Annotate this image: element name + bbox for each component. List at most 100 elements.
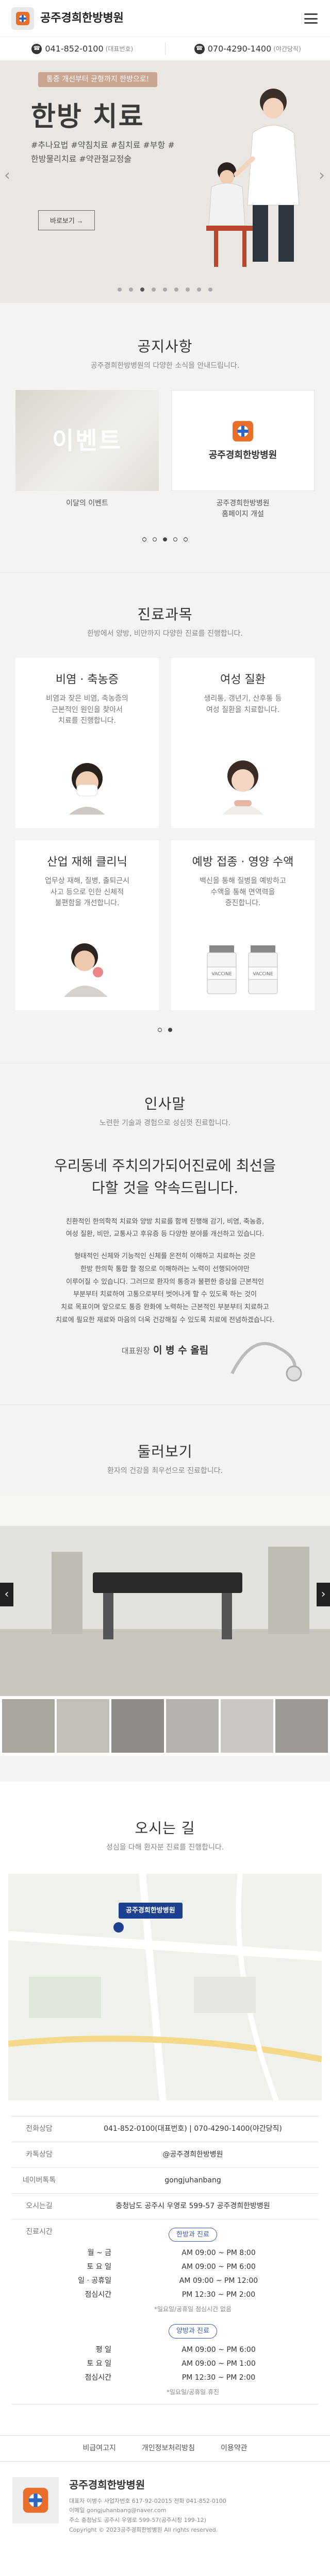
clinic-hours-note: *일요일/공휴일 점심시간 없음 — [154, 2306, 232, 2313]
phone-main-number: 041-852-0100 — [45, 43, 104, 54]
info-label: 카톡상담 — [26, 2150, 53, 2159]
phone-night-number: 070-4290-1400 — [207, 43, 272, 54]
hours-day: 점심시간 — [85, 2373, 111, 2382]
notice-card-image: 공주경희한방병원 — [171, 390, 315, 491]
hero-banner: 통증 개선부터 균형까지 한방으로! 한방 치료 #추나요법 #약침치료 #침치… — [0, 61, 330, 303]
pagination-dot[interactable] — [153, 537, 157, 541]
site-footer: 공주경희한방병원 대표자 이병수 사업자번호 617-92-02015 전화 0… — [0, 2462, 330, 2556]
hours-time: AM 09:00 ~ PM 12:00 — [179, 2277, 258, 2285]
department-name: 산업 재해 클리닉 — [47, 856, 127, 869]
hours-day: 평 일 — [95, 2345, 111, 2354]
pagination-dot[interactable] — [118, 287, 122, 292]
footer-link[interactable]: 이용약관 — [221, 2443, 248, 2454]
hours-time: AM 09:00 ~ PM 8:00 — [182, 2249, 256, 2258]
location-subtitle: 성심을 다해 환자분 진료를 진행합니다. — [106, 1843, 224, 1852]
notice-logo-text: 공주경희한방병원 — [208, 449, 277, 461]
hero-view-button[interactable]: 바로보기 → — [38, 210, 95, 230]
signature-name: 이 병 수 올림 — [153, 1345, 209, 1357]
hours-day: 토 요 일 — [87, 2359, 111, 2368]
hero-pagination[interactable] — [0, 287, 330, 292]
tour-thumbnail[interactable] — [166, 1699, 219, 1753]
brand-name[interactable]: 공주경희한방병원 — [40, 10, 124, 27]
footer-link[interactable]: 개인정보처리방침 — [142, 2443, 195, 2454]
west-hours: 평 일 AM 09:00 ~ PM 6:00 토 요 일 AM 09:00 ~ PM … — [67, 2345, 319, 2383]
info-value: 충청남도 공주시 우영로 599-57 공주경희한방병원 — [116, 2201, 270, 2210]
clinic-hours: 월 ~ 금 AM 09:00 ~ PM 8:00 토 요 일 AM 09:00 ~ P… — [67, 2248, 319, 2300]
pagination-dot[interactable] — [168, 1028, 172, 1032]
site-header: 공주경희한방병원 — [0, 0, 330, 37]
tour-thumbnails — [0, 1696, 330, 1756]
pagination-dot[interactable] — [186, 287, 190, 292]
pagination-dot[interactable] — [129, 287, 133, 292]
hours-time: AM 09:00 ~ PM 6:00 — [182, 2263, 256, 2272]
hours-day: 점심시간 — [85, 2291, 111, 2299]
department-desc: 백신을 통해 질병을 예방하고 수액을 통해 면역력을 증진합니다. — [200, 877, 286, 908]
department-pagination[interactable] — [0, 1028, 330, 1032]
hours-day: 월 ~ 금 — [87, 2249, 111, 2258]
pagination-dot[interactable] — [163, 537, 167, 541]
pagination-dot[interactable] — [197, 287, 201, 292]
hamburger-menu-icon[interactable] — [304, 13, 318, 24]
greeting-headline: 우리동네 주치의가되어진료에 최선을 다할 것을 약속드립니다. — [54, 1157, 276, 1197]
info-label: 네이버톡톡 — [22, 2176, 56, 2184]
phone-night[interactable]: ☎ 070-4290-1400 (야간당직) — [164, 42, 330, 55]
west-hours-note: *일요일/공휴일 휴진 — [166, 2388, 220, 2396]
department-card-industrial[interactable]: 산업 재해 클리닉 업무상 재해, 질병, 출퇴근시 사고 등으로 인한 신체적… — [15, 840, 159, 1010]
pagination-dot[interactable] — [158, 1028, 162, 1032]
pagination-dot[interactable] — [208, 287, 212, 292]
department-card-women[interactable]: 여성 질환 생리통, 갱년기, 산후통 등 여성 질환을 치료합니다. — [171, 658, 315, 828]
location-title: 오시는 길 — [135, 1819, 195, 1837]
pagination-dot[interactable] — [163, 287, 167, 292]
pagination-dot[interactable] — [152, 287, 156, 292]
phone-icon: ☎ — [194, 43, 205, 54]
pagination-dot[interactable] — [140, 287, 144, 292]
contact-info-table: 전화상담 041-852-0100(대표번호) | 070-4290-1400(야… — [11, 2115, 319, 2404]
greeting-section: 인사말 노련한 기술과 경험으로 성심껏 진료합니다. 우리동네 주치의가되어진… — [0, 1063, 330, 1404]
department-desc: 생리통, 갱년기, 산후통 등 여성 질환을 치료합니다. — [204, 694, 282, 714]
department-card-rhinitis[interactable]: 비염 · 축농증 비염과 잦은 비염, 축농증의 근본적인 원인을 찾아서 치료… — [15, 658, 159, 828]
department-desc: 비염과 잦은 비염, 축농증의 근본적인 원인을 찾아서 치료를 진행합니다. — [46, 694, 128, 725]
location-section: 오시는 길 성심을 다해 환자분 진료를 진행합니다. 공주경희한방병원 전화상… — [0, 1781, 330, 2556]
hospital-logo-icon[interactable] — [11, 7, 34, 30]
info-value: 041-852-0100(대표번호) | 070-4290-1400(야간당직) — [104, 2124, 282, 2133]
info-row: 오시는길 충청남도 공주시 우영로 599-57 공주경희한방병원 — [11, 2194, 319, 2219]
pagination-dot[interactable] — [142, 537, 146, 541]
map-marker-label[interactable]: 공주경희한방병원 — [119, 1902, 183, 1919]
hours-time: PM 12:30 ~ PM 2:00 — [182, 2291, 256, 2299]
info-row: 전화상담 041-852-0100(대표번호) | 070-4290-1400(야… — [11, 2116, 319, 2142]
tour-next-arrow-icon[interactable]: › — [317, 1582, 330, 1606]
info-label: 전화상담 — [26, 2124, 53, 2133]
pagination-dot[interactable] — [174, 287, 178, 292]
greeting-subtitle: 노련한 기술과 경험으로 성심껏 진료합니다. — [99, 1119, 231, 1127]
hours-row: 진료시간 한방과 진료 월 ~ 금 AM 09:00 ~ PM 8:00 토 요 일… — [11, 2219, 319, 2404]
notice-card[interactable]: 이벤트 이달의 이벤트 — [15, 390, 159, 520]
notice-card-title: 공주경희한방병원 홈페이지 개설 — [216, 499, 270, 518]
phone-main[interactable]: ☎ 041-852-0100 (대표번호) — [0, 43, 165, 55]
tour-thumbnail[interactable] — [111, 1699, 164, 1753]
notice-pagination[interactable] — [0, 537, 330, 541]
pagination-dot[interactable] — [184, 537, 188, 541]
location-map[interactable]: 공주경희한방병원 — [8, 1873, 322, 2100]
tour-prev-arrow-icon[interactable]: ‹ — [0, 1582, 13, 1606]
department-card-vaccine[interactable]: 예방 접종 · 영양 수액 백신을 통해 질병을 예방하고 수액을 통해 면역력… — [171, 840, 315, 1010]
notice-subtitle: 공주경희한방병원의 다양한 소식을 안내드립니다. — [90, 362, 240, 370]
pagination-dot[interactable] — [173, 537, 177, 541]
hero-prev-arrow-icon[interactable]: ‹ — [4, 164, 10, 187]
footer-logo-icon — [12, 2477, 59, 2523]
greeting-title: 인사말 — [144, 1095, 186, 1112]
vaccine-label: VACCINE — [253, 972, 273, 977]
tour-thumbnail[interactable] — [2, 1699, 55, 1753]
signature-label: 대표원장 — [121, 1346, 150, 1356]
tour-thumbnail[interactable] — [221, 1699, 273, 1753]
department-name: 예방 접종 · 영양 수액 — [192, 856, 294, 869]
footer-info: 대표자 이병수 사업자번호 617-92-02015 전화 041-852-01… — [69, 2497, 226, 2533]
footer-link[interactable]: 비급여고지 — [83, 2443, 116, 2454]
notice-card-image: 이벤트 — [15, 390, 159, 491]
notice-card[interactable]: 공주경희한방병원 공주경희한방병원 홈페이지 개설 — [171, 390, 315, 520]
tour-section: 둘러보기 환자의 건강을 최우선으로 진료합니다. ‹ › — [0, 1404, 330, 1782]
tour-thumbnail[interactable] — [57, 1699, 109, 1753]
doctor-patient-illustration — [206, 89, 300, 267]
tour-thumbnail[interactable] — [275, 1699, 328, 1753]
phone-icon: ☎ — [31, 43, 42, 54]
hero-tags: #추나요법 #약침치료 #침치료 #부항 #한방물리치료 #약관절교정술 — [31, 140, 175, 164]
